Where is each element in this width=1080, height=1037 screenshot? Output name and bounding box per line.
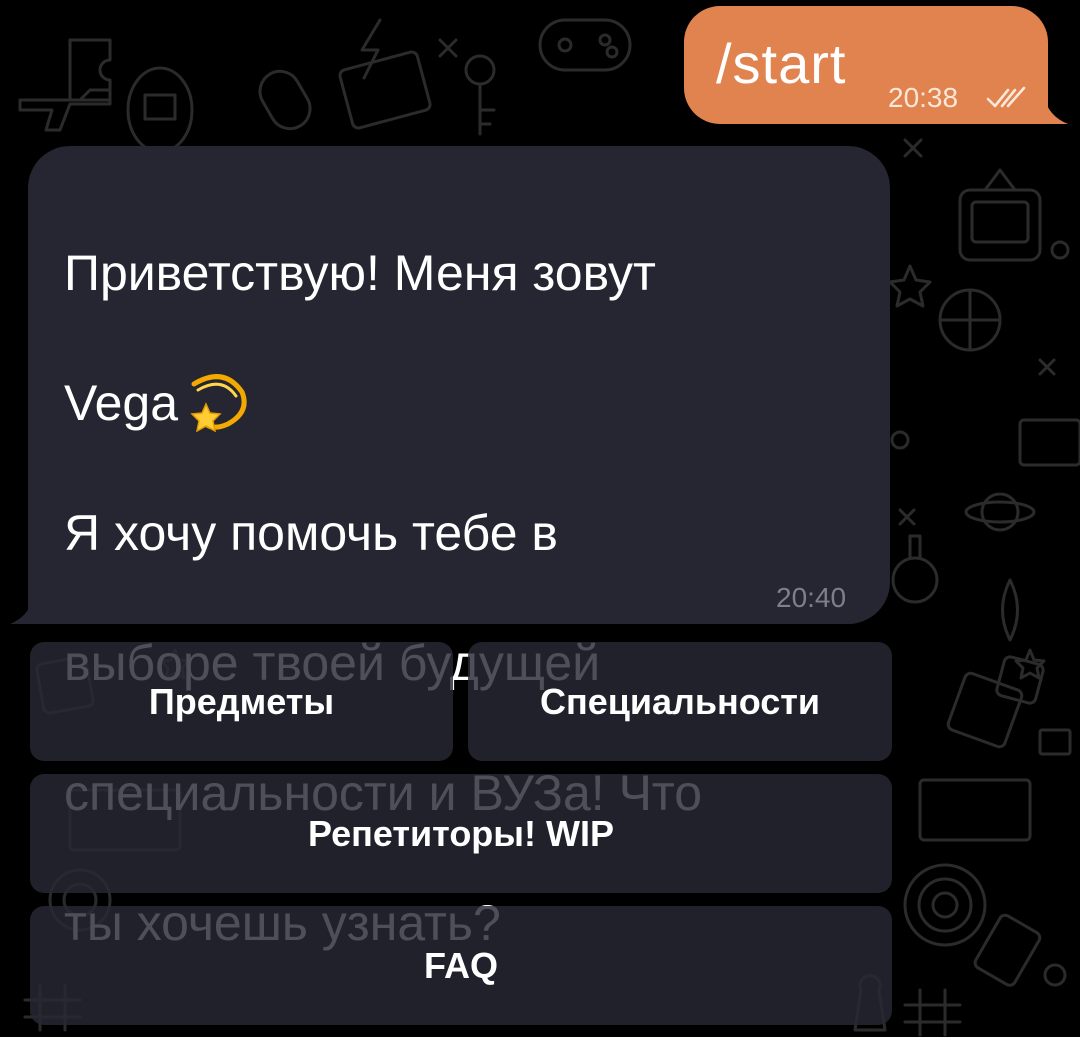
specialties-button[interactable]: Специальности [468,642,892,761]
outgoing-message-text: /start [716,32,847,95]
incoming-message-text: Приветствую! Меня зовут Vega Я хочу помо… [64,176,864,1021]
dizzy-star-emoji-icon [190,374,247,432]
outgoing-bubble-tail [1030,96,1068,124]
message-line-2: Vega [64,371,864,436]
faq-button[interactable]: FAQ [30,906,892,1025]
incoming-message-time: 20:40 [776,582,847,613]
bot-name: Vega [64,375,179,431]
outgoing-message-time: 20:38 [888,82,959,113]
double-check-icon [986,86,1026,108]
message-line-3: Я хочу помочь тебе в [64,505,558,561]
incoming-bubble-tail [10,594,50,624]
tutors-button[interactable]: Репетиторы! WIP [30,774,892,893]
message-line-1: Приветствую! Меня зовут [64,245,656,301]
subjects-button[interactable]: Предметы [30,642,453,761]
